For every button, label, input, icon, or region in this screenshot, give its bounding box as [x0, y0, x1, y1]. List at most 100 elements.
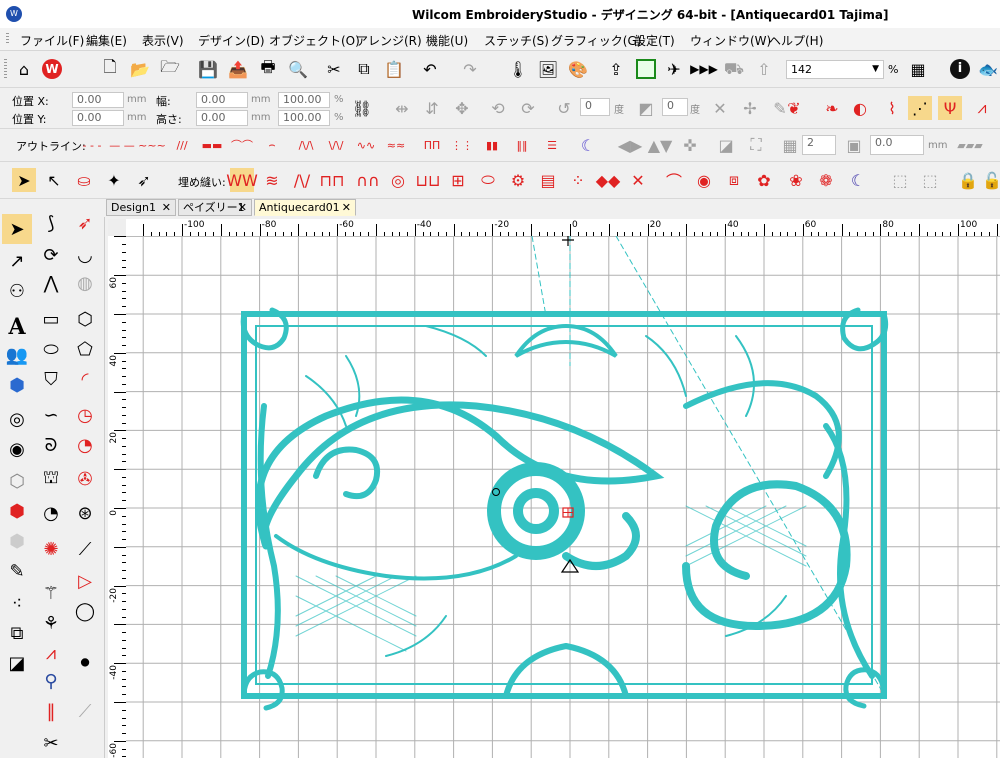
flip-a-icon[interactable]: ✕ — [708, 96, 732, 120]
stitch-player-icon[interactable]: ▶▶▶ — [690, 57, 718, 81]
outline-triple-icon[interactable]: — — — [108, 133, 136, 157]
menu-view[interactable]: 表示(V) — [142, 32, 184, 49]
node-tool-icon[interactable]: ⁖ — [2, 588, 32, 618]
fill-program-split-icon[interactable]: ◎ — [386, 168, 410, 192]
bead-tool-icon[interactable]: ⚘ — [36, 608, 66, 638]
slant-icon[interactable]: ◩ — [634, 96, 658, 120]
menu-grip[interactable] — [6, 33, 9, 45]
fill-tatami-icon[interactable]: ≋ — [260, 168, 284, 192]
menu-settings[interactable]: 設定(T) — [634, 32, 675, 49]
flip-b-icon[interactable]: ✢ — [738, 96, 762, 120]
team-names-icon[interactable]: 👥 — [2, 340, 32, 370]
swirl-left-curl[interactable] — [313, 446, 380, 500]
design-frame-outer[interactable] — [241, 311, 887, 699]
zigzag-tool-icon[interactable]: ⩘ — [36, 638, 66, 668]
lasso-select-icon[interactable]: ➶ — [132, 168, 156, 192]
feather-icon[interactable]: ⌇ — [880, 96, 904, 120]
align-vertical-icon[interactable]: ▲▼ — [648, 133, 673, 157]
position-x-input[interactable]: 0.00 — [72, 92, 124, 108]
open-recent-icon[interactable]: 🗁 — [158, 57, 182, 81]
ring-tool-icon[interactable]: ◍ — [70, 268, 100, 298]
transfer-icon[interactable]: ⇪ — [604, 57, 628, 81]
bullet-tool-icon[interactable]: ⚫ — [70, 648, 100, 678]
squares-tool-icon[interactable]: ⧉ — [2, 618, 32, 648]
triangle-shape-icon[interactable]: ▷ — [70, 566, 100, 596]
hexagon-shape-icon[interactable]: ⬡ — [70, 304, 100, 334]
outline-blanket-icon[interactable]: ΠΠ — [418, 133, 446, 157]
slant-angle-input[interactable]: 0 — [662, 98, 688, 116]
width-input[interactable]: 0.00 — [196, 92, 248, 108]
embroidery-design[interactable] — [240, 307, 889, 711]
tatami-leaf-icon[interactable]: ❧ — [816, 96, 848, 120]
lock-stitch-icon[interactable]: ◔ — [36, 498, 66, 528]
rotate-right-icon[interactable]: ⟳ — [516, 96, 540, 120]
height-input[interactable]: 0.00 — [196, 110, 248, 126]
close-icon[interactable]: ✕ — [342, 200, 351, 216]
home-icon[interactable]: ⌂ — [12, 57, 36, 81]
fan-tool-icon[interactable]: ✺ — [36, 534, 66, 564]
print-icon[interactable]: 🖶 — [256, 57, 280, 81]
outline-double-icon[interactable]: ☰ — [538, 133, 566, 157]
central-flower[interactable] — [487, 462, 585, 560]
hexagon-gray-icon[interactable]: ⬢ — [2, 526, 32, 556]
satin-leaf-icon[interactable]: ❦ — [782, 96, 806, 120]
fill-crescent-icon[interactable]: ☾ — [846, 168, 870, 192]
fill-zigzag-icon[interactable]: /\/ — [290, 168, 314, 192]
hoop-icon[interactable] — [634, 57, 658, 81]
menu-object[interactable]: オブジェクト(O) — [269, 32, 360, 49]
star-select-icon[interactable]: ✦ — [102, 168, 126, 192]
lettering-icon[interactable]: A — [2, 312, 32, 342]
fit-icon[interactable]: ⛶ — [744, 133, 768, 157]
close-icon[interactable]: ✕ — [162, 200, 171, 216]
outline-taper-icon[interactable]: ▰▰▰ — [950, 133, 990, 157]
ruler-tool-icon[interactable]: 🌡 — [506, 57, 530, 81]
mirror-vertical-icon[interactable]: ⇵ — [420, 96, 444, 120]
polygon-select-icon[interactable]: ↖ — [42, 168, 66, 192]
mirror-horizontal-icon[interactable]: ⇹ — [390, 96, 414, 120]
sewing-machine-icon[interactable]: ⛫ — [36, 464, 66, 494]
redo-icon[interactable]: ↷ — [458, 57, 482, 81]
fish-icon[interactable]: 🐟 — [976, 57, 1000, 81]
swirl-right[interactable] — [682, 480, 851, 631]
menu-window[interactable]: ウィンドウ(W) — [690, 32, 771, 49]
central-flower-core[interactable] — [513, 488, 559, 534]
open-folder-icon[interactable]: 📂 — [128, 57, 152, 81]
squiggle-tool-icon[interactable]: ∽ — [36, 400, 66, 430]
select-arrow-icon[interactable]: ➤ — [12, 168, 36, 192]
spool-tool-icon[interactable]: ⚲ — [36, 666, 66, 696]
lock-proportion-icon[interactable]: ⛓ — [350, 96, 374, 120]
print-preview-icon[interactable]: 🔍 — [286, 57, 310, 81]
menu-function[interactable]: 機能(U) — [426, 32, 468, 49]
polygon-tool-icon[interactable]: ⛉ — [36, 364, 66, 394]
shapes-tool-icon[interactable]: ◪ — [2, 648, 32, 678]
menu-help[interactable]: ヘルプ(H) — [769, 32, 823, 49]
ungroup-icon[interactable]: ⬚ — [918, 168, 942, 192]
menu-stitch[interactable]: ステッチ(S) — [484, 32, 549, 49]
curve-shape-icon[interactable]: ◜ — [70, 364, 100, 394]
rotate-angle-icon[interactable]: ↺ — [552, 96, 576, 120]
fill-grid-icon[interactable]: ⊞ — [446, 168, 470, 192]
zoom-select[interactable]: 142 ▼ — [786, 60, 884, 79]
mirror-both-icon[interactable]: ✥ — [450, 96, 474, 120]
group-icon[interactable]: ⬚ — [888, 168, 912, 192]
menu-arrange[interactable]: アレンジ(R) — [356, 32, 422, 49]
unlock-icon[interactable]: 🔓 — [980, 168, 1000, 192]
fill-gear-icon[interactable]: ⚙ — [506, 168, 530, 192]
machine-icon[interactable]: ⛟ — [722, 57, 746, 81]
color-tool-icon[interactable]: 🎨 — [566, 57, 590, 81]
lattice-panel-left[interactable] — [295, 575, 417, 652]
hexagon-fill-icon[interactable]: ⬢ — [2, 496, 32, 526]
outline-run-icon[interactable]: - - - — [78, 133, 106, 157]
monogram-icon[interactable]: ⬢ — [2, 370, 32, 400]
outline-stemstitch-icon[interactable]: /// — [168, 133, 196, 157]
tab-antiquecard01[interactable]: Antiquecard01 ✕ — [254, 199, 356, 216]
start-point-marker[interactable] — [562, 236, 574, 246]
outline-zigzag2-icon[interactable]: \/\/ — [322, 133, 350, 157]
new-file-icon[interactable]: 🗋 — [98, 57, 122, 81]
outline-e-stitch-icon[interactable]: ⋮⋮ — [448, 133, 476, 157]
offset-icon[interactable]: ▣ — [842, 133, 866, 157]
rotate-left-icon[interactable]: ⟲ — [486, 96, 510, 120]
export-icon[interactable]: 📤 — [226, 57, 250, 81]
zigzag-line-icon[interactable]: ⩘ — [970, 96, 994, 120]
outline-wave2-icon[interactable]: ≈≈ — [382, 133, 410, 157]
